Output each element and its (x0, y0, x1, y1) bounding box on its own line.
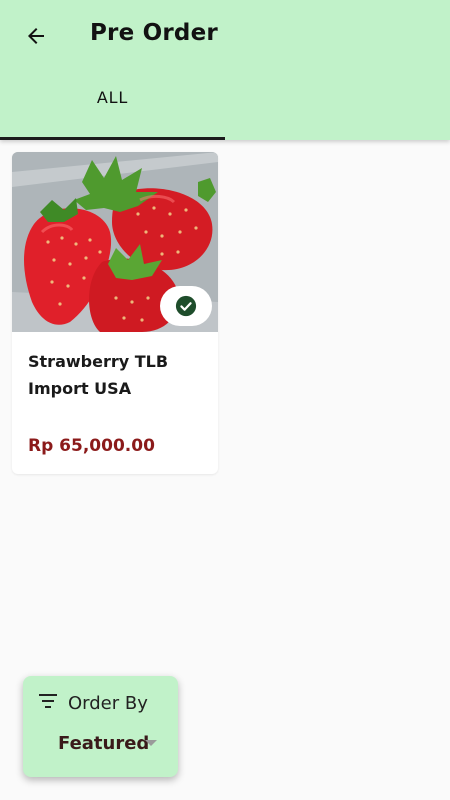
tab-all[interactable]: ALL (0, 76, 225, 140)
tab-indicator (0, 137, 225, 140)
tab-label: ALL (96, 87, 129, 107)
caret-down-icon (145, 740, 157, 746)
product-name: Strawberry TLB Import USA (28, 352, 169, 398)
check-circle-icon (175, 295, 197, 317)
product-card[interactable]: Strawberry TLB Import USA Rp 65,000.00 (12, 152, 218, 474)
back-button[interactable] (18, 18, 54, 54)
order-by-value: Featured (58, 733, 150, 754)
app-bar: Pre Order ALL (0, 0, 450, 140)
selected-badge (160, 286, 212, 326)
order-by-button[interactable]: Order By Featured (23, 676, 178, 777)
filter-icon (39, 694, 57, 708)
product-price: Rp 65,000.00 (28, 436, 155, 456)
page-title: Pre Order (90, 20, 218, 46)
product-image[interactable] (12, 152, 218, 332)
order-by-label: Order By (68, 693, 148, 714)
arrow-left-icon (28, 28, 44, 44)
